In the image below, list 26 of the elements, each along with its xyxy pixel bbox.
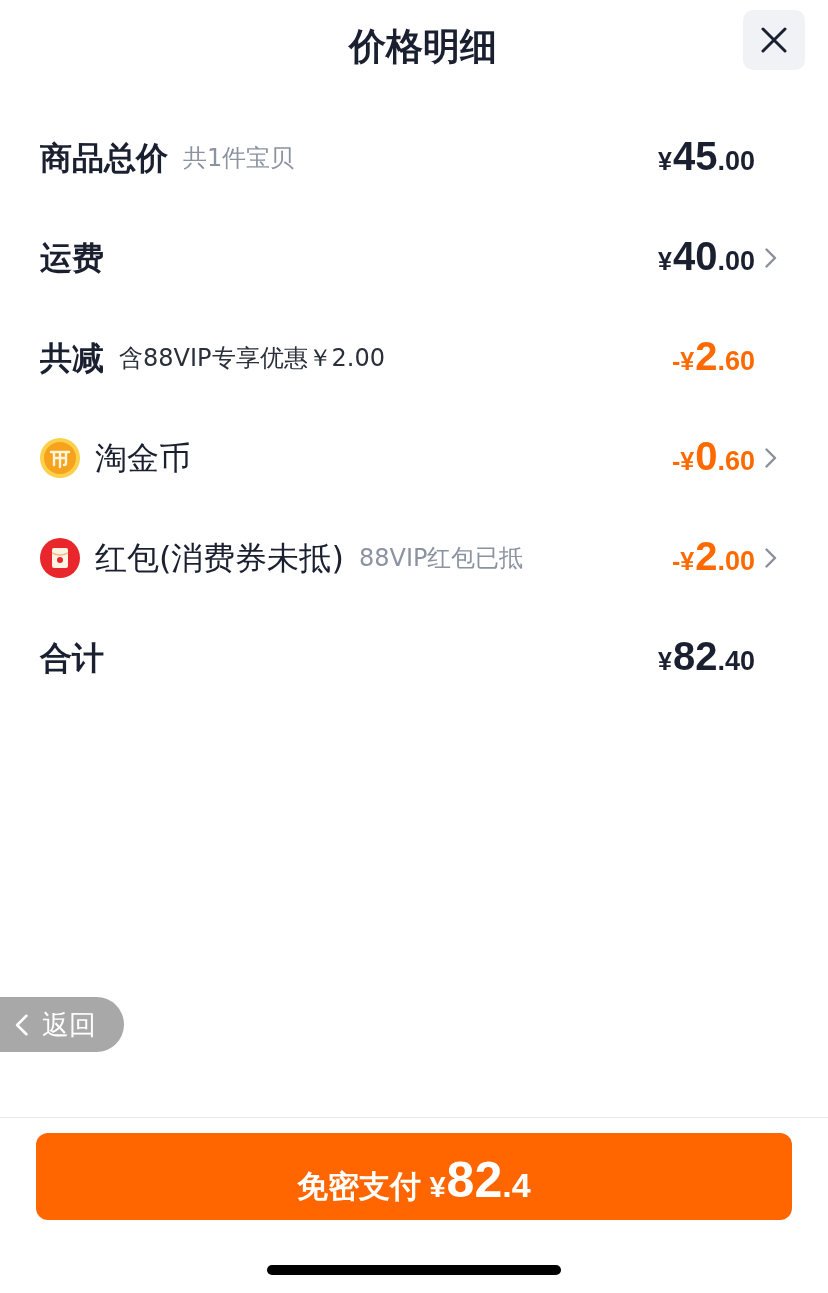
back-button[interactable]: 返回 <box>0 997 124 1052</box>
price-amount: ¥82.40 <box>658 633 755 680</box>
row-label: 淘金币 <box>95 438 191 479</box>
pay-button[interactable]: 免密支付 ¥82.4 <box>36 1133 792 1220</box>
close-button[interactable] <box>743 10 805 70</box>
row-note: 88VIP红包已抵 <box>358 543 524 574</box>
chevron-icon[interactable] <box>765 448 777 468</box>
price-amount: ¥40.00 <box>658 233 755 280</box>
row-note: 共1件宝贝 <box>183 143 295 174</box>
row-note: 含88VIP专享优惠￥2.00 <box>119 343 385 374</box>
price-amount: -¥2.00 <box>671 533 755 580</box>
row-label: 商品总价 <box>40 138 168 179</box>
row-label: 红包(消费券未抵) <box>95 538 344 579</box>
sheet-title: 价格明细 <box>348 24 497 70</box>
coin-icon <box>40 438 80 478</box>
chevron-icon[interactable] <box>765 548 777 568</box>
chevron-icon[interactable] <box>765 248 777 268</box>
row-label: 共减 <box>40 338 104 379</box>
price-amount: -¥2.60 <box>671 333 755 380</box>
row-label: 运费 <box>40 238 104 279</box>
close-icon <box>761 27 787 53</box>
price-amount: -¥0.60 <box>671 433 755 480</box>
envelope-icon <box>40 538 80 578</box>
chevron-icon <box>15 1013 28 1036</box>
price-amount: ¥45.00 <box>658 133 755 180</box>
row-label: 合计 <box>40 638 104 679</box>
